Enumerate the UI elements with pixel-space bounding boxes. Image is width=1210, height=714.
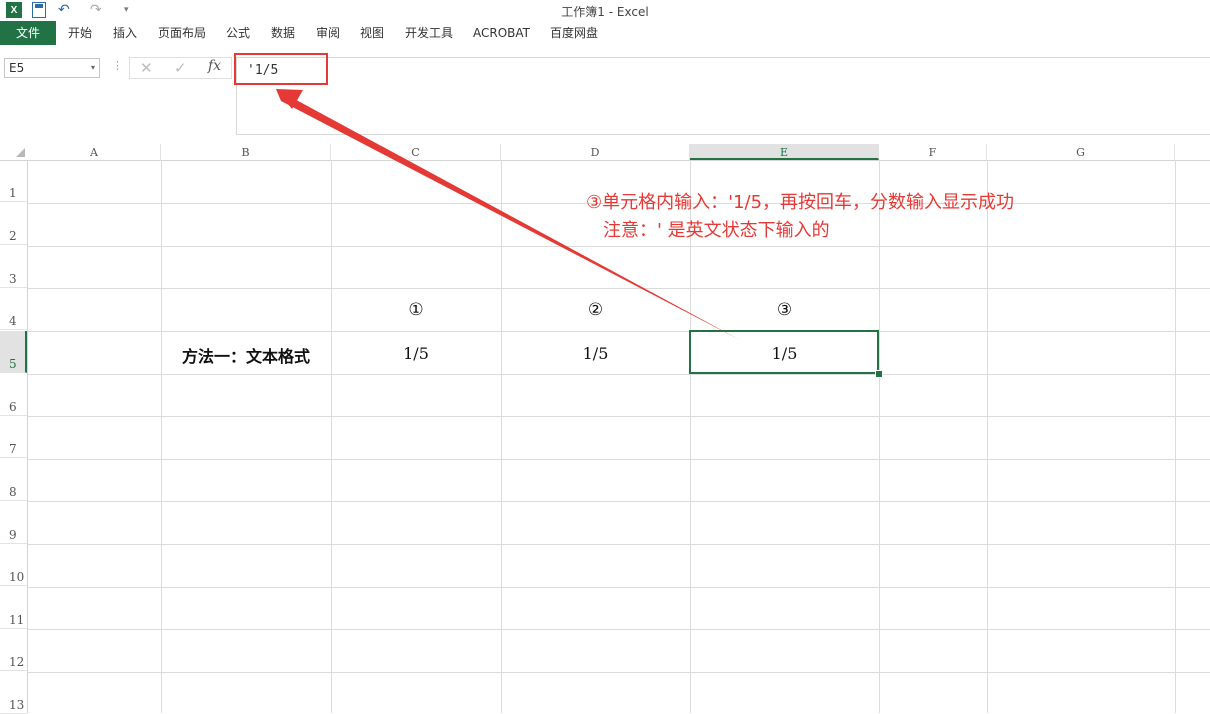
annotation-line-1: ③单元格内输入：'1/5，再按回车，分数输入显示成功 [586,192,1015,213]
annotation-line-2: 注意：' 是英文状态下输入的 [603,220,830,241]
arrow-shaft [276,89,740,340]
annotation-arrow [276,89,740,340]
